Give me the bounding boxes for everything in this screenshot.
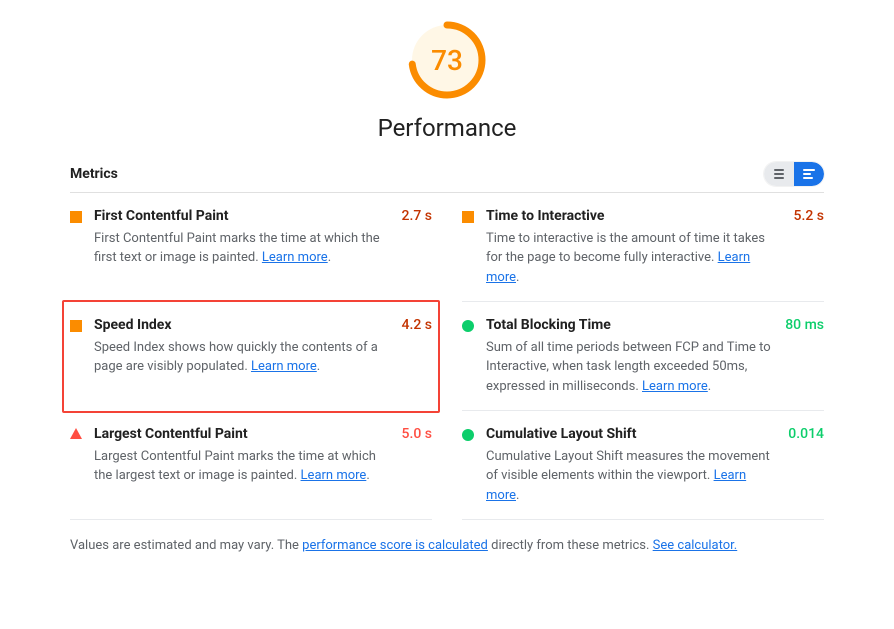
metric-largest-contentful-paint: Largest Contentful PaintLargest Contentf… bbox=[70, 411, 432, 520]
metrics-footnote: Values are estimated and may vary. The p… bbox=[70, 538, 824, 553]
metric-description: First Contentful Paint marks the time at… bbox=[94, 229, 392, 268]
metric-description: Speed Index shows how quickly the conten… bbox=[94, 338, 392, 377]
metric-description: Time to interactive is the amount of tim… bbox=[486, 229, 784, 288]
metrics-view-toggle[interactable] bbox=[764, 162, 824, 186]
learn-more-link[interactable]: Learn more bbox=[262, 250, 328, 265]
metric-description: Cumulative Layout Shift measures the mov… bbox=[486, 447, 778, 506]
metric-value: 80 ms bbox=[785, 317, 824, 333]
learn-more-link[interactable]: Learn more bbox=[642, 379, 708, 394]
triangle-red-icon bbox=[70, 428, 82, 439]
metric-title: Time to Interactive bbox=[486, 207, 784, 227]
learn-more-link[interactable]: Learn more bbox=[251, 359, 317, 374]
see-calculator-link[interactable]: See calculator. bbox=[653, 538, 738, 553]
score-value: 73 bbox=[407, 20, 487, 100]
metric-first-contentful-paint: First Contentful PaintFirst Contentful P… bbox=[70, 193, 432, 302]
circle-green-icon bbox=[462, 320, 474, 332]
metric-description: Largest Contentful Paint marks the time … bbox=[94, 447, 392, 486]
performance-score-calc-link[interactable]: performance score is calculated bbox=[302, 538, 488, 553]
metric-value: 5.0 s bbox=[402, 426, 433, 442]
metric-time-to-interactive: Time to InteractiveTime to interactive i… bbox=[462, 193, 824, 302]
toggle-expanded-icon[interactable] bbox=[794, 162, 824, 186]
metric-title: Cumulative Layout Shift bbox=[486, 425, 778, 445]
metric-value: 2.7 s bbox=[402, 208, 433, 224]
square-orange-icon bbox=[462, 211, 474, 223]
metric-total-blocking-time: Total Blocking TimeSum of all time perio… bbox=[462, 302, 824, 411]
metrics-heading: Metrics bbox=[70, 166, 118, 182]
metric-value: 5.2 s bbox=[794, 208, 825, 224]
score-gauge: 73 bbox=[407, 20, 487, 100]
performance-score-block: 73 Performance bbox=[70, 20, 824, 142]
square-orange-icon bbox=[70, 320, 82, 332]
metric-title: Speed Index bbox=[94, 316, 392, 336]
circle-green-icon bbox=[462, 429, 474, 441]
metric-title: Largest Contentful Paint bbox=[94, 425, 392, 445]
learn-more-link[interactable]: Learn more bbox=[301, 468, 367, 483]
metric-cumulative-layout-shift: Cumulative Layout ShiftCumulative Layout… bbox=[462, 411, 824, 520]
metric-value: 4.2 s bbox=[402, 317, 433, 333]
metric-value: 0.014 bbox=[788, 426, 824, 442]
metric-title: First Contentful Paint bbox=[94, 207, 392, 227]
square-orange-icon bbox=[70, 211, 82, 223]
metric-description: Sum of all time periods between FCP and … bbox=[486, 338, 775, 397]
metric-title: Total Blocking Time bbox=[486, 316, 775, 336]
toggle-collapsed-icon[interactable] bbox=[764, 162, 794, 186]
metric-speed-index: Speed IndexSpeed Index shows how quickly… bbox=[62, 300, 440, 413]
performance-title: Performance bbox=[70, 114, 824, 142]
